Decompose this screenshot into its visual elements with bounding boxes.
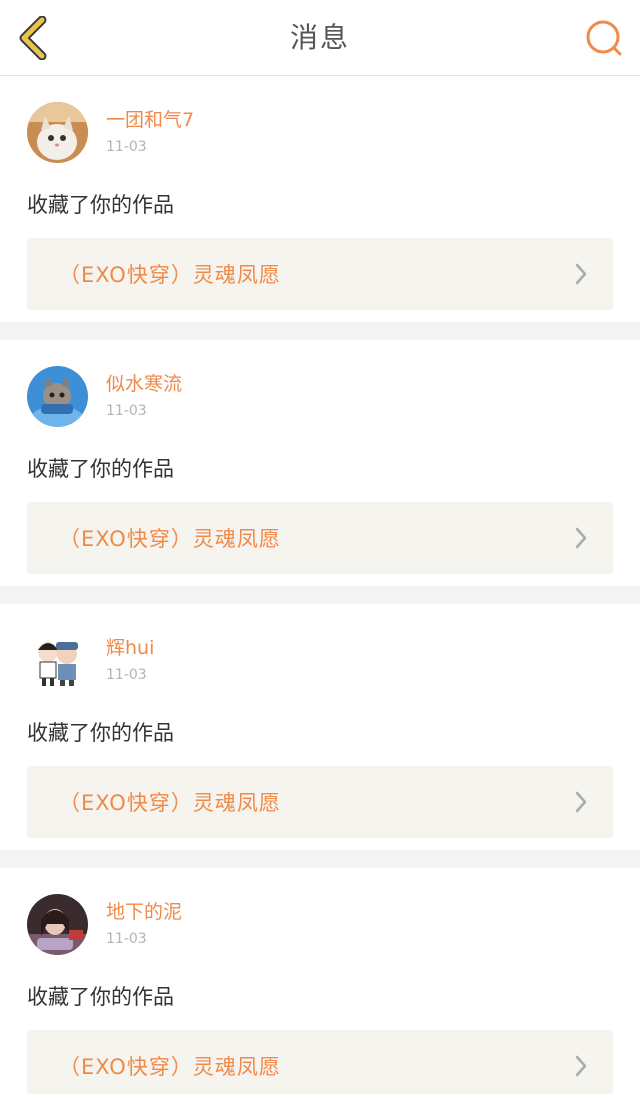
work-link[interactable]: （EXO快穿）灵魂凤愿	[27, 766, 613, 838]
username[interactable]: 似水寒流	[106, 372, 182, 396]
message-list: 一团和气7 11-03 收藏了你的作品 （EXO快穿）灵魂凤愿 似水寒流 11-…	[0, 76, 640, 1094]
work-title: （EXO快穿）灵魂凤愿	[59, 263, 281, 287]
user-meta: 一团和气7 11-03	[106, 102, 194, 156]
search-icon	[586, 20, 622, 56]
search-button[interactable]	[582, 16, 626, 60]
user-row: 地下的泥 11-03	[27, 894, 613, 960]
username[interactable]: 辉hui	[106, 636, 154, 660]
work-link[interactable]: （EXO快穿）灵魂凤愿	[27, 238, 613, 310]
chevron-right-icon	[575, 791, 587, 813]
username[interactable]: 地下的泥	[106, 900, 182, 924]
message-card: 辉hui 11-03 收藏了你的作品 （EXO快穿）灵魂凤愿	[0, 604, 640, 850]
work-link[interactable]: （EXO快穿）灵魂凤愿	[27, 1030, 613, 1094]
user-meta: 似水寒流 11-03	[106, 366, 182, 420]
user-row: 一团和气7 11-03	[27, 102, 613, 168]
work-title: （EXO快穿）灵魂凤愿	[59, 1055, 281, 1079]
message-card: 地下的泥 11-03 收藏了你的作品 （EXO快穿）灵魂凤愿	[0, 868, 640, 1094]
message-card: 一团和气7 11-03 收藏了你的作品 （EXO快穿）灵魂凤愿	[0, 76, 640, 322]
chevron-right-icon	[575, 263, 587, 285]
work-title: （EXO快穿）灵魂凤愿	[59, 527, 281, 551]
action-text: 收藏了你的作品	[27, 457, 174, 481]
avatar[interactable]	[27, 102, 88, 163]
timestamp: 11-03	[106, 139, 147, 155]
timestamp: 11-03	[106, 667, 147, 683]
girl-photo-avatar-image	[27, 894, 88, 955]
action-text: 收藏了你的作品	[27, 721, 174, 745]
timestamp: 11-03	[106, 931, 147, 947]
user-meta: 辉hui 11-03	[106, 630, 154, 684]
cartoon-couple-avatar-image	[27, 630, 88, 691]
avatar[interactable]	[27, 630, 88, 691]
work-title: （EXO快穿）灵魂凤愿	[59, 791, 281, 815]
page-title: 消息	[289, 21, 350, 54]
user-row: 辉hui 11-03	[27, 630, 613, 696]
work-link[interactable]: （EXO快穿）灵魂凤愿	[27, 502, 613, 574]
kitten-in-cup-avatar-image	[27, 366, 88, 427]
action-text: 收藏了你的作品	[27, 193, 174, 217]
user-meta: 地下的泥 11-03	[106, 894, 182, 948]
username[interactable]: 一团和气7	[106, 108, 194, 132]
timestamp: 11-03	[106, 403, 147, 419]
avatar[interactable]	[27, 894, 88, 955]
action-text: 收藏了你的作品	[27, 985, 174, 1009]
chevron-right-icon	[575, 1055, 587, 1077]
user-row: 似水寒流 11-03	[27, 366, 613, 432]
chevron-right-icon	[575, 527, 587, 549]
cat-avatar-image	[27, 102, 88, 163]
message-card: 似水寒流 11-03 收藏了你的作品 （EXO快穿）灵魂凤愿	[0, 340, 640, 586]
avatar[interactable]	[27, 366, 88, 427]
top-bar: 消息	[0, 0, 640, 76]
